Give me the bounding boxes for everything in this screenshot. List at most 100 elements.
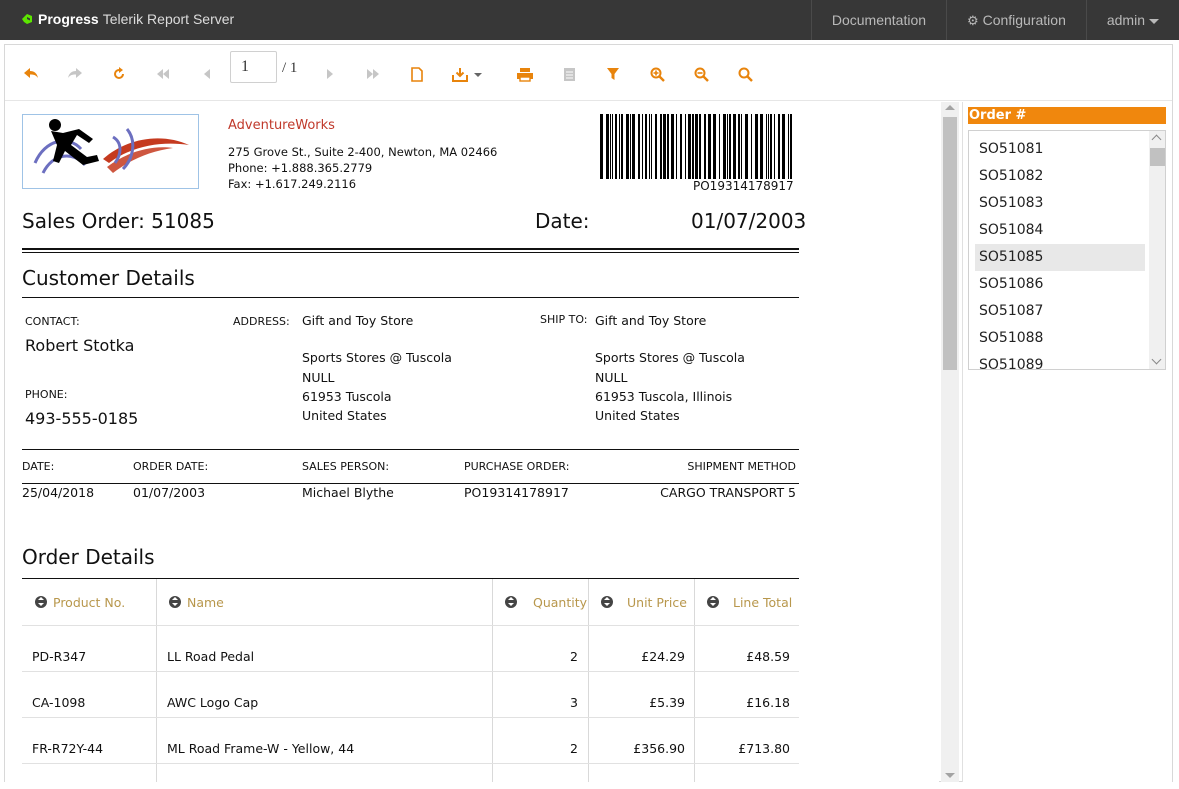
barcode-bar xyxy=(626,114,629,179)
barcode-bar xyxy=(621,114,623,179)
nav-configuration[interactable]: ⚙ Configuration xyxy=(946,0,1086,40)
barcode-bar xyxy=(663,114,666,179)
contact-value: Robert Stotka xyxy=(25,336,135,355)
sales-person-value: Michael Blythe xyxy=(302,485,394,500)
barcode-bar xyxy=(766,114,767,179)
barcode-bar xyxy=(660,114,662,179)
refresh-icon[interactable] xyxy=(109,65,129,83)
barcode-bar xyxy=(782,114,785,179)
last-page-icon[interactable] xyxy=(363,65,383,83)
previous-page-icon[interactable] xyxy=(197,65,217,83)
order-number-listbox[interactable]: SO51081 SO51082 SO51083 SO51084 SO51085 … xyxy=(968,130,1166,370)
listbox-scrollbar[interactable] xyxy=(1149,131,1165,369)
company-address: 275 Grove St., Suite 2-400, Newton, MA 0… xyxy=(228,145,498,159)
row-divider xyxy=(22,671,799,672)
barcode-bar xyxy=(606,114,609,179)
scrollbar-thumb[interactable] xyxy=(943,117,957,370)
next-page-icon[interactable] xyxy=(320,65,340,83)
company-name: AdventureWorks xyxy=(228,118,335,133)
barcode-bar xyxy=(778,114,780,179)
list-item[interactable]: SO51084 xyxy=(975,217,1145,244)
barcode-bar xyxy=(708,114,711,179)
scroll-up-icon[interactable] xyxy=(945,105,955,110)
zoom-in-icon[interactable] xyxy=(647,65,667,83)
nav-configuration-label: Configuration xyxy=(982,12,1066,28)
list-item-selected[interactable]: SO51085 xyxy=(975,244,1145,271)
list-item[interactable]: SO51088 xyxy=(975,325,1145,352)
brand-progress: Progress xyxy=(38,11,99,27)
info-date-value: 25/04/2018 xyxy=(22,485,95,500)
filter-icon[interactable] xyxy=(603,65,623,83)
list-item[interactable]: SO51086 xyxy=(975,271,1145,298)
list-item[interactable]: SO51082 xyxy=(975,163,1145,190)
search-icon[interactable] xyxy=(735,65,755,83)
nav-links: Documentation ⚙ Configuration admin xyxy=(810,0,1179,40)
purchase-order-label: PURCHASE ORDER: xyxy=(464,460,570,473)
barcode xyxy=(600,114,792,179)
barcode-bar xyxy=(741,114,742,179)
column-header-unit-price[interactable]: Unit Price xyxy=(601,579,687,625)
chevron-up-icon[interactable] xyxy=(1151,134,1162,145)
cell-product-no: CA-1098 xyxy=(32,695,86,710)
barcode-bar xyxy=(713,114,716,179)
divider xyxy=(22,449,799,450)
nav-documentation[interactable]: Documentation xyxy=(810,0,946,40)
chevron-down-icon xyxy=(1149,18,1159,24)
address-label: ADDRESS: xyxy=(233,315,290,328)
barcode-bar xyxy=(612,114,613,179)
row-divider xyxy=(22,717,799,718)
column-header-name[interactable]: Name xyxy=(169,579,224,625)
sort-icon xyxy=(601,596,613,608)
gear-icon: ⚙ xyxy=(967,13,979,28)
forward-icon[interactable] xyxy=(65,65,85,83)
customer-details-heading: Customer Details xyxy=(22,266,195,290)
barcode-bar xyxy=(688,114,691,179)
sort-icon xyxy=(169,596,181,608)
date-label: Date: xyxy=(535,209,590,233)
back-icon[interactable] xyxy=(21,65,41,83)
export-icon[interactable] xyxy=(451,65,487,83)
user-name: admin xyxy=(1106,12,1145,28)
sort-icon xyxy=(707,596,719,608)
column-header-product-no[interactable]: Product No. xyxy=(35,579,125,625)
page-total: / 1 xyxy=(282,60,298,76)
sort-icon xyxy=(35,596,47,608)
column-divider xyxy=(156,579,157,782)
print-preview-icon[interactable] xyxy=(407,65,427,83)
nav-user-menu[interactable]: admin xyxy=(1085,0,1179,40)
barcode-bar xyxy=(645,114,647,179)
info-date-label: DATE: xyxy=(22,460,55,473)
barcode-bar xyxy=(638,114,640,179)
first-page-icon[interactable] xyxy=(153,65,173,83)
list-item[interactable]: SO51083 xyxy=(975,190,1145,217)
company-fax: Fax: +1.617.249.2116 xyxy=(228,177,357,191)
row-divider xyxy=(22,763,799,764)
barcode-bar xyxy=(699,114,701,179)
divider xyxy=(22,297,799,298)
shipment-method-value: CARGO TRANSPORT 5 xyxy=(660,485,796,500)
chevron-down-icon[interactable] xyxy=(1151,354,1162,365)
scroll-down-icon[interactable] xyxy=(945,773,955,778)
column-header-line-total[interactable]: Line Total xyxy=(707,579,792,625)
brand-logo[interactable]: Progress Telerik Report Server xyxy=(20,11,234,27)
page-number-input[interactable] xyxy=(230,51,277,83)
address-line: 61953 Tuscola xyxy=(302,389,392,404)
list-item[interactable]: SO51081 xyxy=(975,136,1145,163)
cell-product-no: PD-R347 xyxy=(32,649,87,664)
list-item[interactable]: SO51089 xyxy=(975,352,1145,369)
sort-icon xyxy=(505,596,517,608)
phone-label: PHONE: xyxy=(25,388,68,401)
column-header-quantity[interactable]: Quantity xyxy=(505,579,587,625)
document-map-icon[interactable] xyxy=(559,65,579,83)
list-item[interactable]: SO51087 xyxy=(975,298,1145,325)
address-line: United States xyxy=(302,408,387,423)
scrollbar-thumb[interactable] xyxy=(1150,148,1165,166)
print-icon[interactable] xyxy=(515,65,535,83)
ship-to-line: NULL xyxy=(595,370,628,385)
report-scrollbar[interactable] xyxy=(941,102,959,782)
barcode-bar xyxy=(676,114,677,179)
zoom-out-icon[interactable] xyxy=(691,65,711,83)
report-page: AdventureWorks 275 Grove St., Suite 2-40… xyxy=(5,102,939,782)
ship-to-line: 61953 Tuscola, Illinois xyxy=(595,389,733,404)
row-divider xyxy=(22,625,799,626)
